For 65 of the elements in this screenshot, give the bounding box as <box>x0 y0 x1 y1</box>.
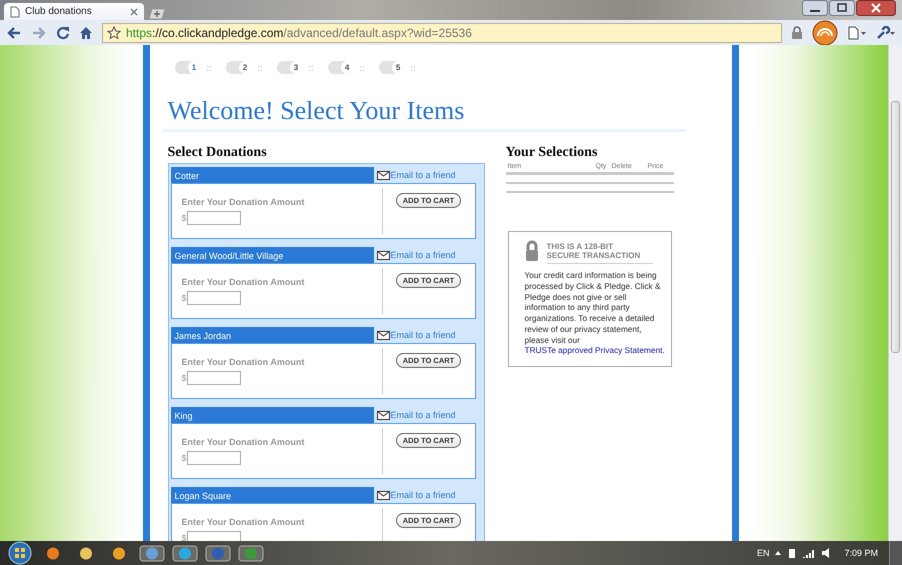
scrollbar-thumb[interactable] <box>891 101 900 353</box>
envelope-icon <box>376 170 390 180</box>
amount-field[interactable] <box>186 451 241 465</box>
donation-title: Cotter <box>170 167 374 183</box>
step-separator: :: <box>308 62 314 72</box>
currency-sign: $ <box>182 373 187 383</box>
envelope-icon <box>376 250 390 260</box>
amount-label: Enter Your Donation Amount <box>182 437 306 447</box>
home-icon[interactable] <box>79 26 93 40</box>
amount-label: Enter Your Donation Amount <box>182 197 306 207</box>
close-icon[interactable] <box>130 8 138 16</box>
currency-sign: $ <box>182 293 187 303</box>
back-icon[interactable] <box>6 26 22 40</box>
step-separator: :: <box>258 62 263 72</box>
tray-arrow-icon[interactable] <box>774 549 782 557</box>
amount-label: Enter Your Donation Amount <box>182 357 306 367</box>
reload-icon[interactable] <box>56 26 70 40</box>
currency-sign: $ <box>182 213 187 223</box>
step-indicator[interactable]: 2 <box>226 61 252 74</box>
donation-title: James Jordan <box>170 327 374 343</box>
extension-icon[interactable] <box>812 20 838 46</box>
lock-icon <box>791 26 803 40</box>
clock[interactable]: 7:09 PM <box>844 548 878 558</box>
envelope-icon <box>376 490 390 500</box>
donation-title: General Wood/Little Village <box>170 247 374 263</box>
security-text: Your credit card information is being processed by Click & Pledge. Click & Pledge does not give or sell information to any third party organizations. To receive a detailed review of our privacy statement, please visit our TRUSTe approved Privacy Statement. <box>524 270 664 356</box>
address-field[interactable]: https://co.clickandpledge.com/advanced/default.aspx?wid=25536 <box>102 22 782 42</box>
amount-field[interactable] <box>186 531 241 541</box>
page-icon <box>10 6 20 18</box>
new-tab-icon[interactable] <box>148 8 166 20</box>
step-separator: :: <box>360 62 365 72</box>
envelope-icon <box>376 410 390 420</box>
scrollbar[interactable] <box>888 45 902 541</box>
amount-field[interactable] <box>186 211 241 225</box>
section-heading: Select Donations <box>168 145 268 161</box>
currency-sign: $ <box>182 453 187 463</box>
envelope-icon <box>376 330 390 340</box>
star-icon[interactable] <box>107 26 121 40</box>
browser-tab[interactable]: Club donations <box>4 3 144 20</box>
amount-label: Enter Your Donation Amount <box>182 517 306 527</box>
security-title: THIS IS A 128-BIT SECURE TRANSACTION <box>546 240 652 264</box>
privacy-link[interactable]: TRUSTe approved Privacy Statement <box>524 345 662 356</box>
section-heading: Your Selections <box>506 145 598 161</box>
close-icon[interactable] <box>856 0 896 16</box>
amount-label: Enter Your Donation Amount <box>182 277 306 287</box>
step-indicator[interactable]: 3 <box>276 61 303 74</box>
step-indicator[interactable]: 5 <box>378 61 405 74</box>
donation-title: Logan Square <box>170 487 374 503</box>
signal-icon[interactable] <box>802 548 816 558</box>
amount-field[interactable] <box>186 371 241 385</box>
donation-title: King <box>170 407 374 423</box>
url-text: https://co.clickandpledge.com/advanced/default.aspx?wid=25536 <box>126 26 472 40</box>
page-heading: Welcome! Select Your Items <box>162 96 686 132</box>
page-menu-icon[interactable] <box>847 26 867 40</box>
amount-field[interactable] <box>186 291 241 305</box>
maximize-icon[interactable] <box>829 0 855 16</box>
language-indicator[interactable]: EN <box>756 548 770 558</box>
minimize-icon[interactable] <box>802 0 828 16</box>
wrench-icon[interactable] <box>876 26 896 40</box>
step-indicator[interactable]: 4 <box>328 61 354 74</box>
step-separator: :: <box>206 62 212 72</box>
step-separator: :: <box>410 62 416 72</box>
padlock-icon <box>524 240 538 262</box>
start-icon[interactable] <box>6 541 34 565</box>
step-indicator[interactable]: 1 <box>174 61 200 74</box>
